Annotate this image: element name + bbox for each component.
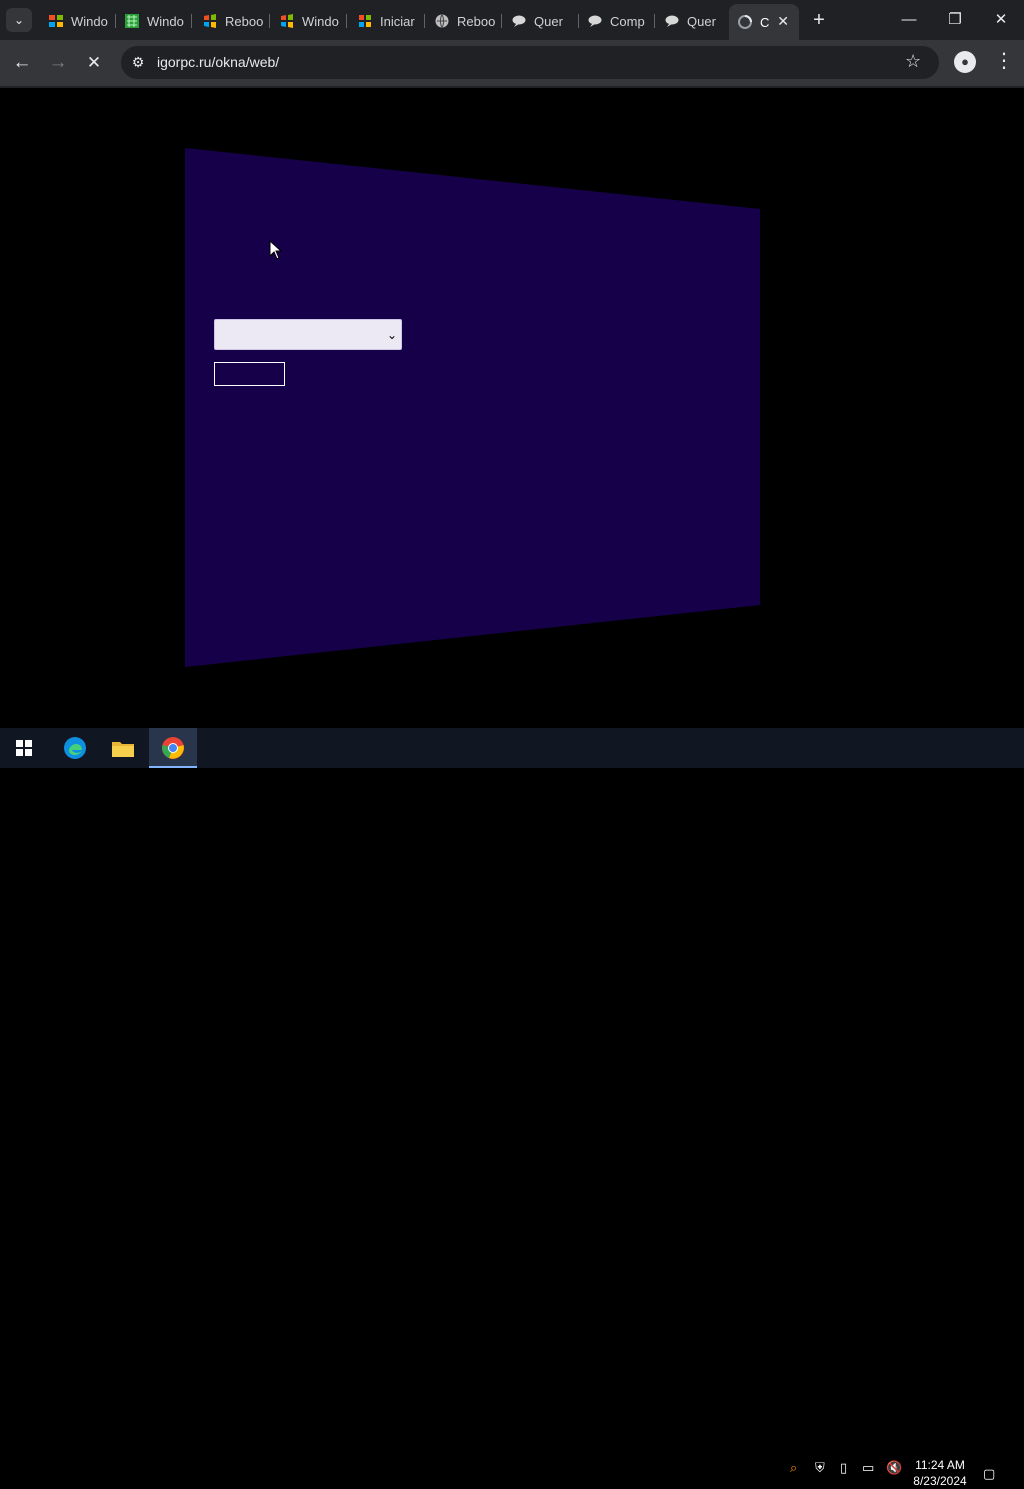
tab-9[interactable]: Quer [656, 6, 732, 36]
chrome-icon [162, 737, 184, 759]
restore-icon: ❐ [948, 11, 962, 28]
notifications-icon[interactable]: ▢ [983, 1466, 995, 1482]
forward-button[interactable]: → [45, 50, 71, 76]
edge-icon [64, 737, 86, 759]
tab-9-label: Quer [687, 13, 716, 29]
tab-1[interactable]: Windo [40, 6, 116, 36]
windows-xp-icon [202, 13, 218, 29]
tab-strip: ⌄ Windo Windo Reboo Windo Iniciar Reboo … [0, 0, 1024, 40]
tab-separator [424, 14, 425, 28]
active-tab-label: C [760, 14, 770, 30]
restore-button[interactable]: ❐ [932, 8, 978, 32]
browser-menu-button[interactable]: ⋮ [994, 48, 1014, 73]
purple-perspective-panel [185, 148, 760, 667]
folder-icon [112, 742, 134, 757]
new-tab-button[interactable]: + [808, 9, 830, 31]
tab-7-label: Quer [534, 13, 563, 29]
windows-taskbar: ⌕ ⛨ ▯ ▭ 🔇 11:24 AM 8/23/2024 ▢ [0, 728, 1024, 1488]
clock-time: 11:24 AM [915, 1458, 965, 1472]
windows-xp-icon [279, 13, 295, 29]
tab-4-label: Windo [302, 13, 339, 29]
edge-taskbar-button[interactable] [51, 728, 99, 768]
url-text[interactable]: igorpc.ru/okna/web/ [157, 54, 279, 70]
tab-5[interactable]: Iniciar [349, 6, 425, 36]
web-page-content: ⌄ [0, 88, 1024, 728]
search-tray-icon[interactable]: ⌕ [790, 1460, 797, 1476]
tab-separator [346, 14, 347, 28]
globe-icon [434, 13, 450, 29]
more-vertical-icon: ⋮ [994, 50, 1014, 72]
taskbar-clock[interactable]: 11:24 AM 8/23/2024 [905, 1457, 975, 1489]
minimize-button[interactable]: — [886, 8, 932, 32]
tab-separator [654, 14, 655, 28]
tab-4[interactable]: Windo [271, 6, 347, 36]
loading-icon [737, 14, 753, 30]
arrow-right-icon: → [48, 52, 68, 73]
tab-separator [191, 14, 192, 28]
tab-separator [501, 14, 502, 28]
close-window-button[interactable]: ✕ [978, 8, 1024, 32]
tune-icon: ⚙ [131, 54, 145, 70]
tab-active[interactable]: C ✕ [729, 4, 799, 40]
tab-3[interactable]: Reboo [194, 6, 270, 36]
chevron-down-icon: ⌄ [13, 13, 25, 27]
site-settings-button[interactable]: ⚙ [128, 52, 148, 72]
tab-3-label: Reboo [225, 13, 264, 29]
close-icon: ✕ [994, 11, 1008, 28]
windows-start-icon [357, 13, 373, 29]
browser-window: ⌄ Windo Windo Reboo Windo Iniciar Reboo … [0, 0, 1024, 88]
chat-icon [511, 13, 527, 29]
clock-date: 8/23/2024 [913, 1474, 967, 1488]
tab-7[interactable]: Quer [503, 6, 579, 36]
minimize-icon: — [901, 11, 917, 28]
arrow-left-icon: ← [12, 52, 32, 73]
tab-2-label: Windo [147, 13, 184, 29]
star-icon: ☆ [905, 51, 922, 71]
tab-5-label: Iniciar [380, 13, 415, 29]
shield-tray-icon[interactable]: ⛨ [815, 1460, 825, 1476]
tab-1-label: Windo [71, 13, 108, 29]
submit-button[interactable] [214, 362, 285, 386]
tab-8-label: Comp [610, 13, 645, 29]
tab-6-label: Reboo [457, 13, 496, 29]
tab-8[interactable]: Comp [579, 6, 655, 36]
chat-icon [664, 13, 680, 29]
close-tab-icon[interactable]: ✕ [777, 13, 789, 30]
stop-loading-button[interactable]: ✕ [81, 50, 107, 76]
windows-colorful-icon [48, 13, 64, 29]
language-select[interactable]: ⌄ [214, 319, 402, 350]
file-explorer-taskbar-button[interactable] [99, 728, 147, 768]
tab-separator [269, 14, 270, 28]
chat-icon [587, 13, 603, 29]
chevron-down-icon: ⌄ [386, 328, 397, 342]
tab-6[interactable]: Reboo [426, 6, 502, 36]
tab-search-button[interactable]: ⌄ [6, 8, 32, 32]
chrome-taskbar-button[interactable] [149, 728, 197, 768]
bookmark-star-button[interactable]: ☆ [905, 51, 921, 72]
plus-icon: + [813, 9, 825, 31]
network-icon[interactable]: ▭ [862, 1460, 874, 1476]
profile-button[interactable]: ● [954, 51, 976, 73]
start-button[interactable] [0, 728, 48, 768]
windows-logo-icon [16, 740, 32, 756]
green-grid-icon [124, 13, 140, 29]
volume-muted-icon[interactable]: 🔇 [886, 1460, 902, 1476]
tab-2[interactable]: Windo [116, 6, 192, 36]
back-button[interactable]: ← [9, 50, 35, 76]
stop-icon: ✕ [86, 53, 102, 72]
battery-icon[interactable]: ▯ [840, 1460, 847, 1476]
mouse-pointer-icon [269, 240, 283, 260]
person-icon: ● [961, 54, 969, 69]
